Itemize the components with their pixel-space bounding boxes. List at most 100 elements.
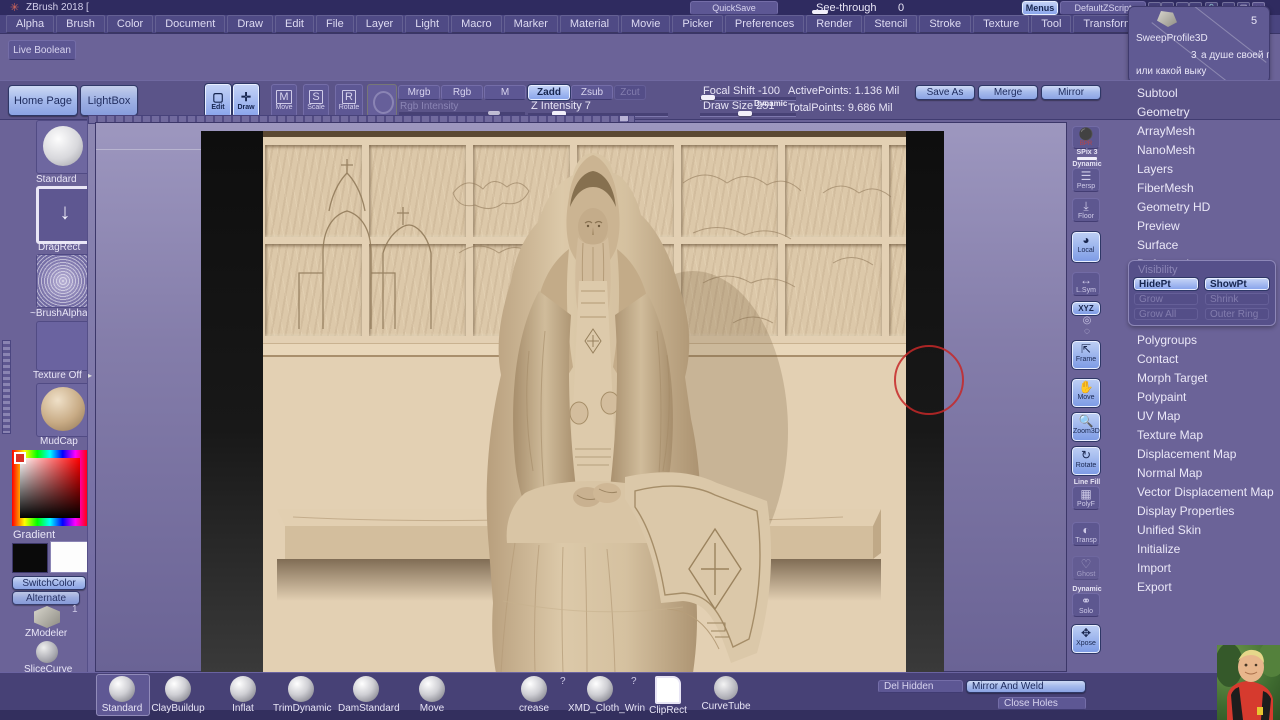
menu-stroke[interactable]: Stroke: [919, 15, 972, 33]
sweep-profile-icon[interactable]: [1157, 11, 1177, 27]
quicksave-button[interactable]: QuickSave: [690, 1, 778, 15]
mirror-button[interactable]: Mirror: [1041, 85, 1101, 100]
brush-trimdynamic[interactable]: TrimDynamic: [273, 676, 332, 714]
menu-macro[interactable]: Macro: [451, 15, 502, 33]
panel-item-initialize[interactable]: Initialize: [1137, 542, 1280, 556]
panel-item-morph-target[interactable]: Morph Target: [1137, 371, 1280, 385]
slicecurve-icon[interactable]: [36, 641, 58, 663]
menu-texture[interactable]: Texture: [973, 15, 1030, 33]
menu-render[interactable]: Render: [806, 15, 863, 33]
material-thumbnail[interactable]: [36, 383, 90, 437]
lightbox-button[interactable]: LightBox: [80, 85, 138, 116]
grow-all-button[interactable]: Grow All: [1134, 308, 1198, 320]
menu-picker[interactable]: Picker: [672, 15, 723, 33]
brush-crease[interactable]: crease: [506, 676, 562, 714]
panel-item-normal-map[interactable]: Normal Map: [1137, 466, 1280, 480]
menu-preferences[interactable]: Preferences: [724, 15, 805, 33]
zcut-button[interactable]: Zcut: [614, 85, 646, 100]
zsub-button[interactable]: Zsub: [571, 85, 613, 100]
z-axis-icon[interactable]: ◌: [1072, 326, 1102, 337]
menu-layer[interactable]: Layer: [355, 15, 404, 33]
visibility-label[interactable]: Visibility: [1138, 264, 1178, 276]
panel-item-fibermesh[interactable]: FiberMesh: [1137, 181, 1280, 195]
panel-item-display-properties[interactable]: Display Properties: [1137, 504, 1280, 518]
panel-item-displacement-map[interactable]: Displacement Map: [1137, 447, 1280, 461]
merge-button[interactable]: Merge: [978, 85, 1038, 100]
draw-mode-button[interactable]: ✛ Draw: [232, 83, 260, 118]
save-as-button[interactable]: Save As: [915, 85, 975, 100]
brush-damstandard[interactable]: DamStandard: [338, 676, 400, 714]
mirror-and-weld-button[interactable]: Mirror And Weld: [966, 680, 1086, 693]
brush-curvetube[interactable]: CurveTube: [698, 676, 754, 712]
solo-button[interactable]: ⚭ Solo: [1072, 593, 1100, 617]
brush-move[interactable]: Move: [404, 676, 460, 714]
color-picker[interactable]: [12, 450, 88, 526]
bpr-button[interactable]: ⚫ BPR: [1072, 126, 1100, 149]
zmodeler-icon[interactable]: [34, 606, 60, 628]
alternate-button[interactable]: Alternate: [12, 591, 80, 605]
persp-button[interactable]: ☰ Persp: [1072, 168, 1100, 192]
panel-item-arraymesh[interactable]: ArrayMesh: [1137, 124, 1280, 138]
zoom3d-button[interactable]: 🔍 Zoom3D: [1071, 412, 1101, 442]
panel-item-geometry[interactable]: Geometry: [1137, 105, 1280, 119]
xyz-button[interactable]: XYZ: [1071, 301, 1101, 316]
brush-claybuildup[interactable]: ClayBuildup: [150, 676, 206, 714]
stroke-preview-icon[interactable]: [367, 84, 397, 117]
main-color-swatch[interactable]: [12, 543, 48, 573]
panel-item-polygroups[interactable]: Polygroups: [1137, 333, 1280, 347]
brush-inflat[interactable]: Inflat: [215, 676, 271, 714]
shrink-button[interactable]: Shrink: [1205, 293, 1269, 305]
panel-item-export[interactable]: Export: [1137, 580, 1280, 594]
panel-item-preview[interactable]: Preview: [1137, 219, 1280, 233]
switch-color-button[interactable]: SwitchColor: [12, 576, 86, 590]
hidept-button[interactable]: HidePt: [1133, 277, 1199, 291]
mrgb-button[interactable]: Mrgb: [398, 85, 440, 100]
menu-stencil[interactable]: Stencil: [864, 15, 918, 33]
panel-item-vector-displacement-map[interactable]: Vector Displacement Map: [1137, 485, 1280, 499]
panel-item-uv-map[interactable]: UV Map: [1137, 409, 1280, 423]
panel-item-texture-map[interactable]: Texture Map: [1137, 428, 1280, 442]
menu-draw[interactable]: Draw: [227, 15, 273, 33]
menu-color[interactable]: Color: [106, 15, 154, 33]
menus-button[interactable]: Menus: [1021, 0, 1059, 16]
edit-mode-button[interactable]: ▢ Edit: [204, 83, 232, 118]
y-axis-icon[interactable]: ◎: [1072, 315, 1102, 326]
scale-mode-button[interactable]: S Scale: [303, 84, 329, 117]
spix-slider[interactable]: [1077, 157, 1097, 160]
menu-edit[interactable]: Edit: [275, 15, 314, 33]
menu-movie[interactable]: Movie: [621, 15, 671, 33]
secondary-color-swatch[interactable]: [50, 541, 88, 573]
alpha-thumbnail[interactable]: [36, 254, 90, 308]
move-mode-button[interactable]: M Move: [271, 84, 297, 117]
menu-brush[interactable]: Brush: [56, 15, 105, 33]
brush-standard[interactable]: Standard: [94, 676, 150, 714]
panel-item-geometry-hd[interactable]: Geometry HD: [1137, 200, 1280, 214]
outer-ring-button[interactable]: Outer Ring: [1205, 308, 1269, 320]
tray-scrollbar[interactable]: [2, 340, 11, 434]
rgb-button[interactable]: Rgb: [441, 85, 483, 100]
panel-item-polypaint[interactable]: Polypaint: [1137, 390, 1280, 404]
menu-file[interactable]: File: [315, 15, 354, 33]
floor-button[interactable]: ⤓ Floor: [1072, 198, 1100, 222]
panel-item-unified-skin[interactable]: Unified Skin: [1137, 523, 1280, 537]
menu-marker[interactable]: Marker: [503, 15, 558, 33]
timeline-marker[interactable]: [620, 116, 628, 121]
tray-collapse-arrow-icon[interactable]: ▸: [88, 371, 92, 380]
panel-item-nanomesh[interactable]: NanoMesh: [1137, 143, 1280, 157]
close-holes-button[interactable]: Close Holes: [998, 697, 1086, 710]
frame-button[interactable]: ⇱ Frame: [1071, 340, 1101, 370]
gradient-label[interactable]: Gradient: [13, 529, 55, 541]
panel-item-subtool[interactable]: Subtool: [1137, 86, 1280, 100]
grow-button[interactable]: Grow: [1134, 293, 1198, 305]
xpose-button[interactable]: ✥ Xpose: [1071, 624, 1101, 654]
panel-item-surface[interactable]: Surface: [1137, 238, 1280, 252]
transp-button[interactable]: ◐ Transp: [1072, 522, 1100, 546]
quickpick-tool-label[interactable]: SweepProfile3D: [1136, 33, 1208, 44]
brush-cliprect[interactable]: ClipRect: [640, 676, 696, 716]
panel-item-import[interactable]: Import: [1137, 561, 1280, 575]
local-button[interactable]: ◕ Local: [1071, 231, 1101, 263]
menu-tool[interactable]: Tool: [1031, 15, 1072, 33]
home-page-button[interactable]: Home Page: [8, 85, 78, 116]
panel-item-contact[interactable]: Contact: [1137, 352, 1280, 366]
panel-item-layers[interactable]: Layers: [1137, 162, 1280, 176]
